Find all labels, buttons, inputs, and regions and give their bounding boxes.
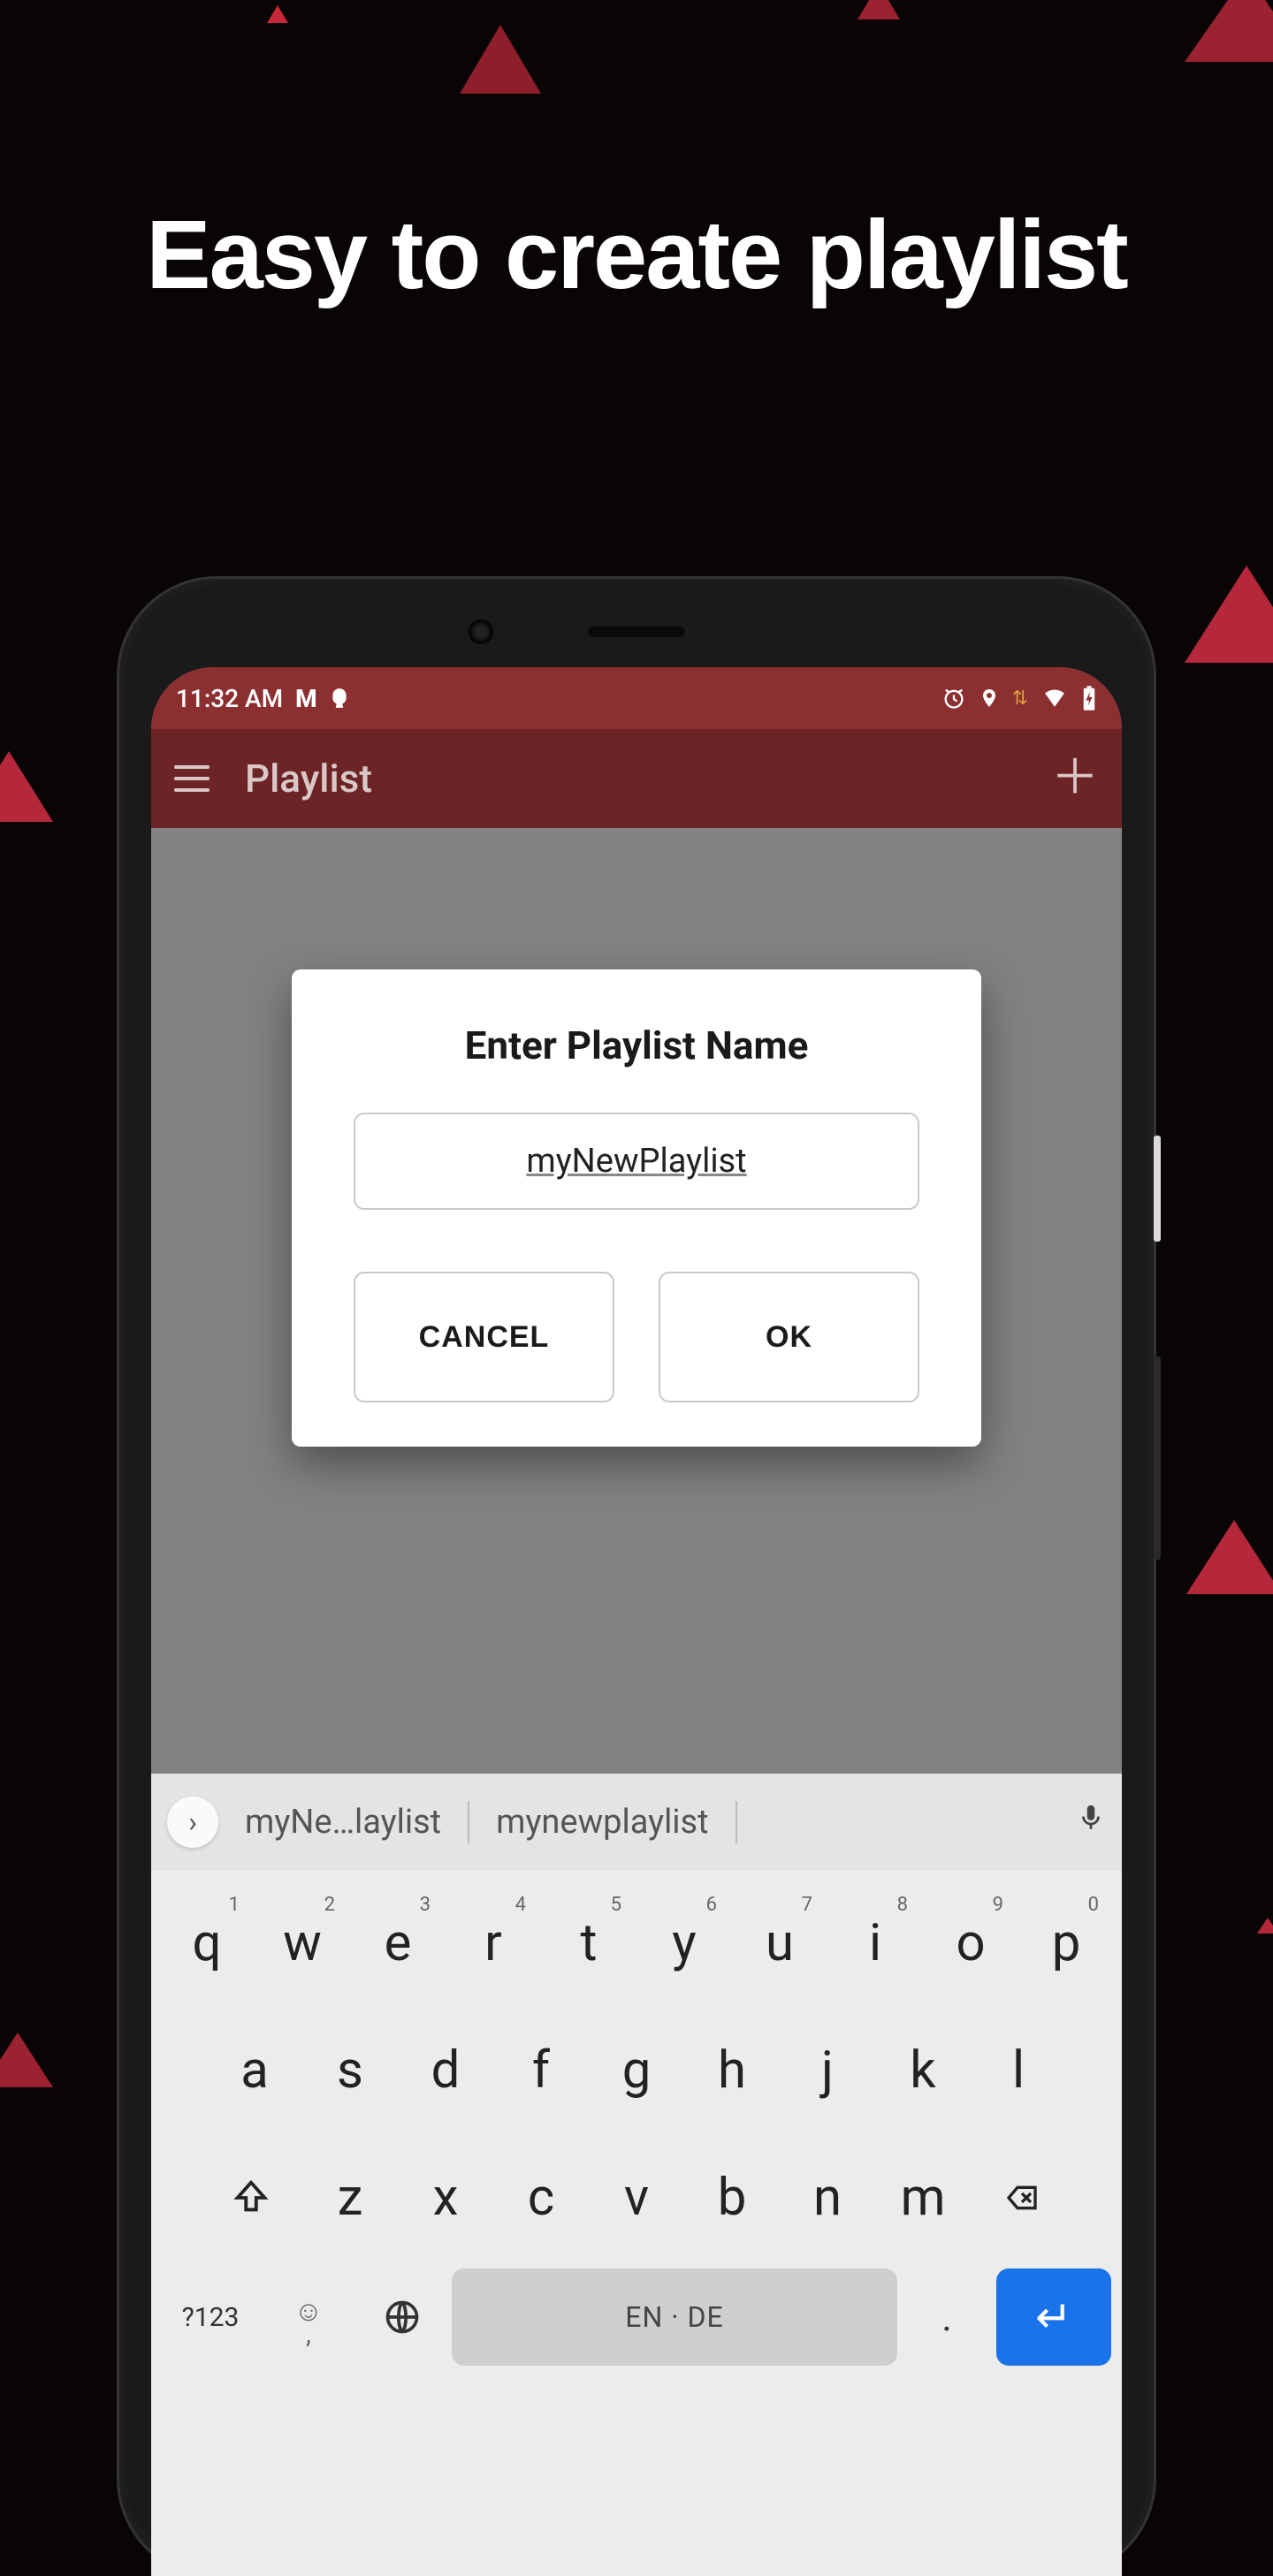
playlist-name-input[interactable] [354, 1113, 919, 1210]
key-f[interactable]: f [496, 2014, 586, 2127]
divider [736, 1801, 737, 1843]
status-bar: 11:32 AM M ⇅ [151, 667, 1122, 729]
triangle-deco [460, 25, 541, 94]
status-time: 11:32 AM [176, 684, 283, 713]
phone-side-button [1154, 1356, 1161, 1560]
key-a[interactable]: a [210, 2014, 300, 2127]
triangle-deco [858, 0, 900, 19]
key-m[interactable]: m [878, 2141, 968, 2254]
key-r[interactable]: r4 [448, 1887, 538, 2000]
triangle-deco [1185, 0, 1273, 62]
key-t[interactable]: t5 [544, 1887, 634, 2000]
content-scrim: Enter Playlist Name CANCEL OK [151, 828, 1122, 1774]
triangle-deco [1257, 1918, 1273, 1934]
key-s[interactable]: s [305, 2014, 395, 2127]
key-o[interactable]: o9 [926, 1887, 1016, 2000]
comma-label: , [306, 2328, 311, 2341]
suggestion-item[interactable]: mynewplaylist [485, 1803, 719, 1842]
app-bar: Playlist ＋ [151, 729, 1122, 828]
key-k[interactable]: k [878, 2014, 968, 2127]
mic-icon[interactable] [1076, 1798, 1106, 1846]
triangle-deco [1185, 566, 1273, 663]
key-w[interactable]: w2 [257, 1887, 347, 2000]
triangle-deco [0, 2033, 53, 2087]
wifi-icon [1041, 687, 1069, 710]
backspace-icon [998, 2180, 1046, 2215]
soft-keyboard: › myNe…laylist mynewplaylist q1w2e3r4t5y… [151, 1774, 1122, 2576]
key-u[interactable]: u7 [735, 1887, 825, 2000]
menu-icon[interactable] [174, 765, 210, 792]
period-key[interactable]: . [903, 2268, 991, 2366]
key-g[interactable]: g [591, 2014, 682, 2127]
ok-button[interactable]: OK [659, 1272, 919, 1402]
suggestion-item[interactable]: myNe…laylist [234, 1803, 452, 1842]
key-z[interactable]: z [305, 2141, 395, 2254]
key-c[interactable]: c [496, 2141, 586, 2254]
headline: Easy to create playlist [0, 199, 1273, 311]
key-x[interactable]: x [400, 2141, 491, 2254]
battery-charging-icon [1081, 685, 1097, 711]
key-i[interactable]: i8 [830, 1887, 920, 2000]
triangle-deco [1186, 1520, 1273, 1594]
key-j[interactable]: j [782, 2014, 873, 2127]
data-arrows-icon: ⇅ [1012, 688, 1028, 710]
key-l[interactable]: l [973, 2014, 1063, 2127]
triangle-deco [0, 751, 53, 822]
chevron-right-icon: › [188, 1805, 197, 1839]
phone-screen: 11:32 AM M ⇅ Playlist ＋ [151, 667, 1122, 2576]
shift-key[interactable] [202, 2141, 300, 2254]
enter-key[interactable]: ↵ [996, 2268, 1111, 2366]
cancel-button[interactable]: CANCEL [354, 1272, 614, 1402]
globe-icon [383, 2298, 422, 2337]
triangle-deco [267, 5, 288, 23]
alarm-icon [941, 686, 966, 710]
language-key[interactable] [358, 2268, 446, 2366]
expand-suggestions-button[interactable]: › [167, 1797, 218, 1848]
divider [468, 1801, 469, 1843]
dialog-title: Enter Playlist Name [354, 1022, 919, 1068]
enter-icon: ↵ [1035, 2291, 1072, 2344]
phone-side-button [1154, 1136, 1161, 1242]
key-v[interactable]: v [591, 2141, 682, 2254]
key-e[interactable]: e3 [353, 1887, 443, 2000]
add-playlist-button[interactable]: ＋ [1051, 755, 1099, 802]
key-q[interactable]: q1 [162, 1887, 252, 2000]
key-p[interactable]: p0 [1021, 1887, 1111, 2000]
key-d[interactable]: d [400, 2014, 491, 2127]
gmail-icon: M [295, 684, 316, 713]
create-playlist-dialog: Enter Playlist Name CANCEL OK [292, 969, 981, 1447]
app-bar-title: Playlist [245, 756, 1016, 802]
suggestion-bar: › myNe…laylist mynewplaylist [151, 1774, 1122, 1871]
phone-frame: 11:32 AM M ⇅ Playlist ＋ [119, 579, 1154, 2576]
space-key[interactable]: EN · DE [452, 2268, 897, 2366]
key-h[interactable]: h [687, 2014, 777, 2127]
app-notification-icon [328, 687, 351, 710]
backspace-key[interactable] [973, 2141, 1071, 2254]
symbols-key[interactable]: ?123 [162, 2268, 259, 2366]
key-y[interactable]: y6 [639, 1887, 729, 2000]
emoji-key[interactable]: ☺ , [264, 2268, 353, 2366]
location-icon [979, 685, 1000, 711]
key-n[interactable]: n [782, 2141, 873, 2254]
shift-icon [231, 2176, 271, 2220]
key-b[interactable]: b [687, 2141, 777, 2254]
